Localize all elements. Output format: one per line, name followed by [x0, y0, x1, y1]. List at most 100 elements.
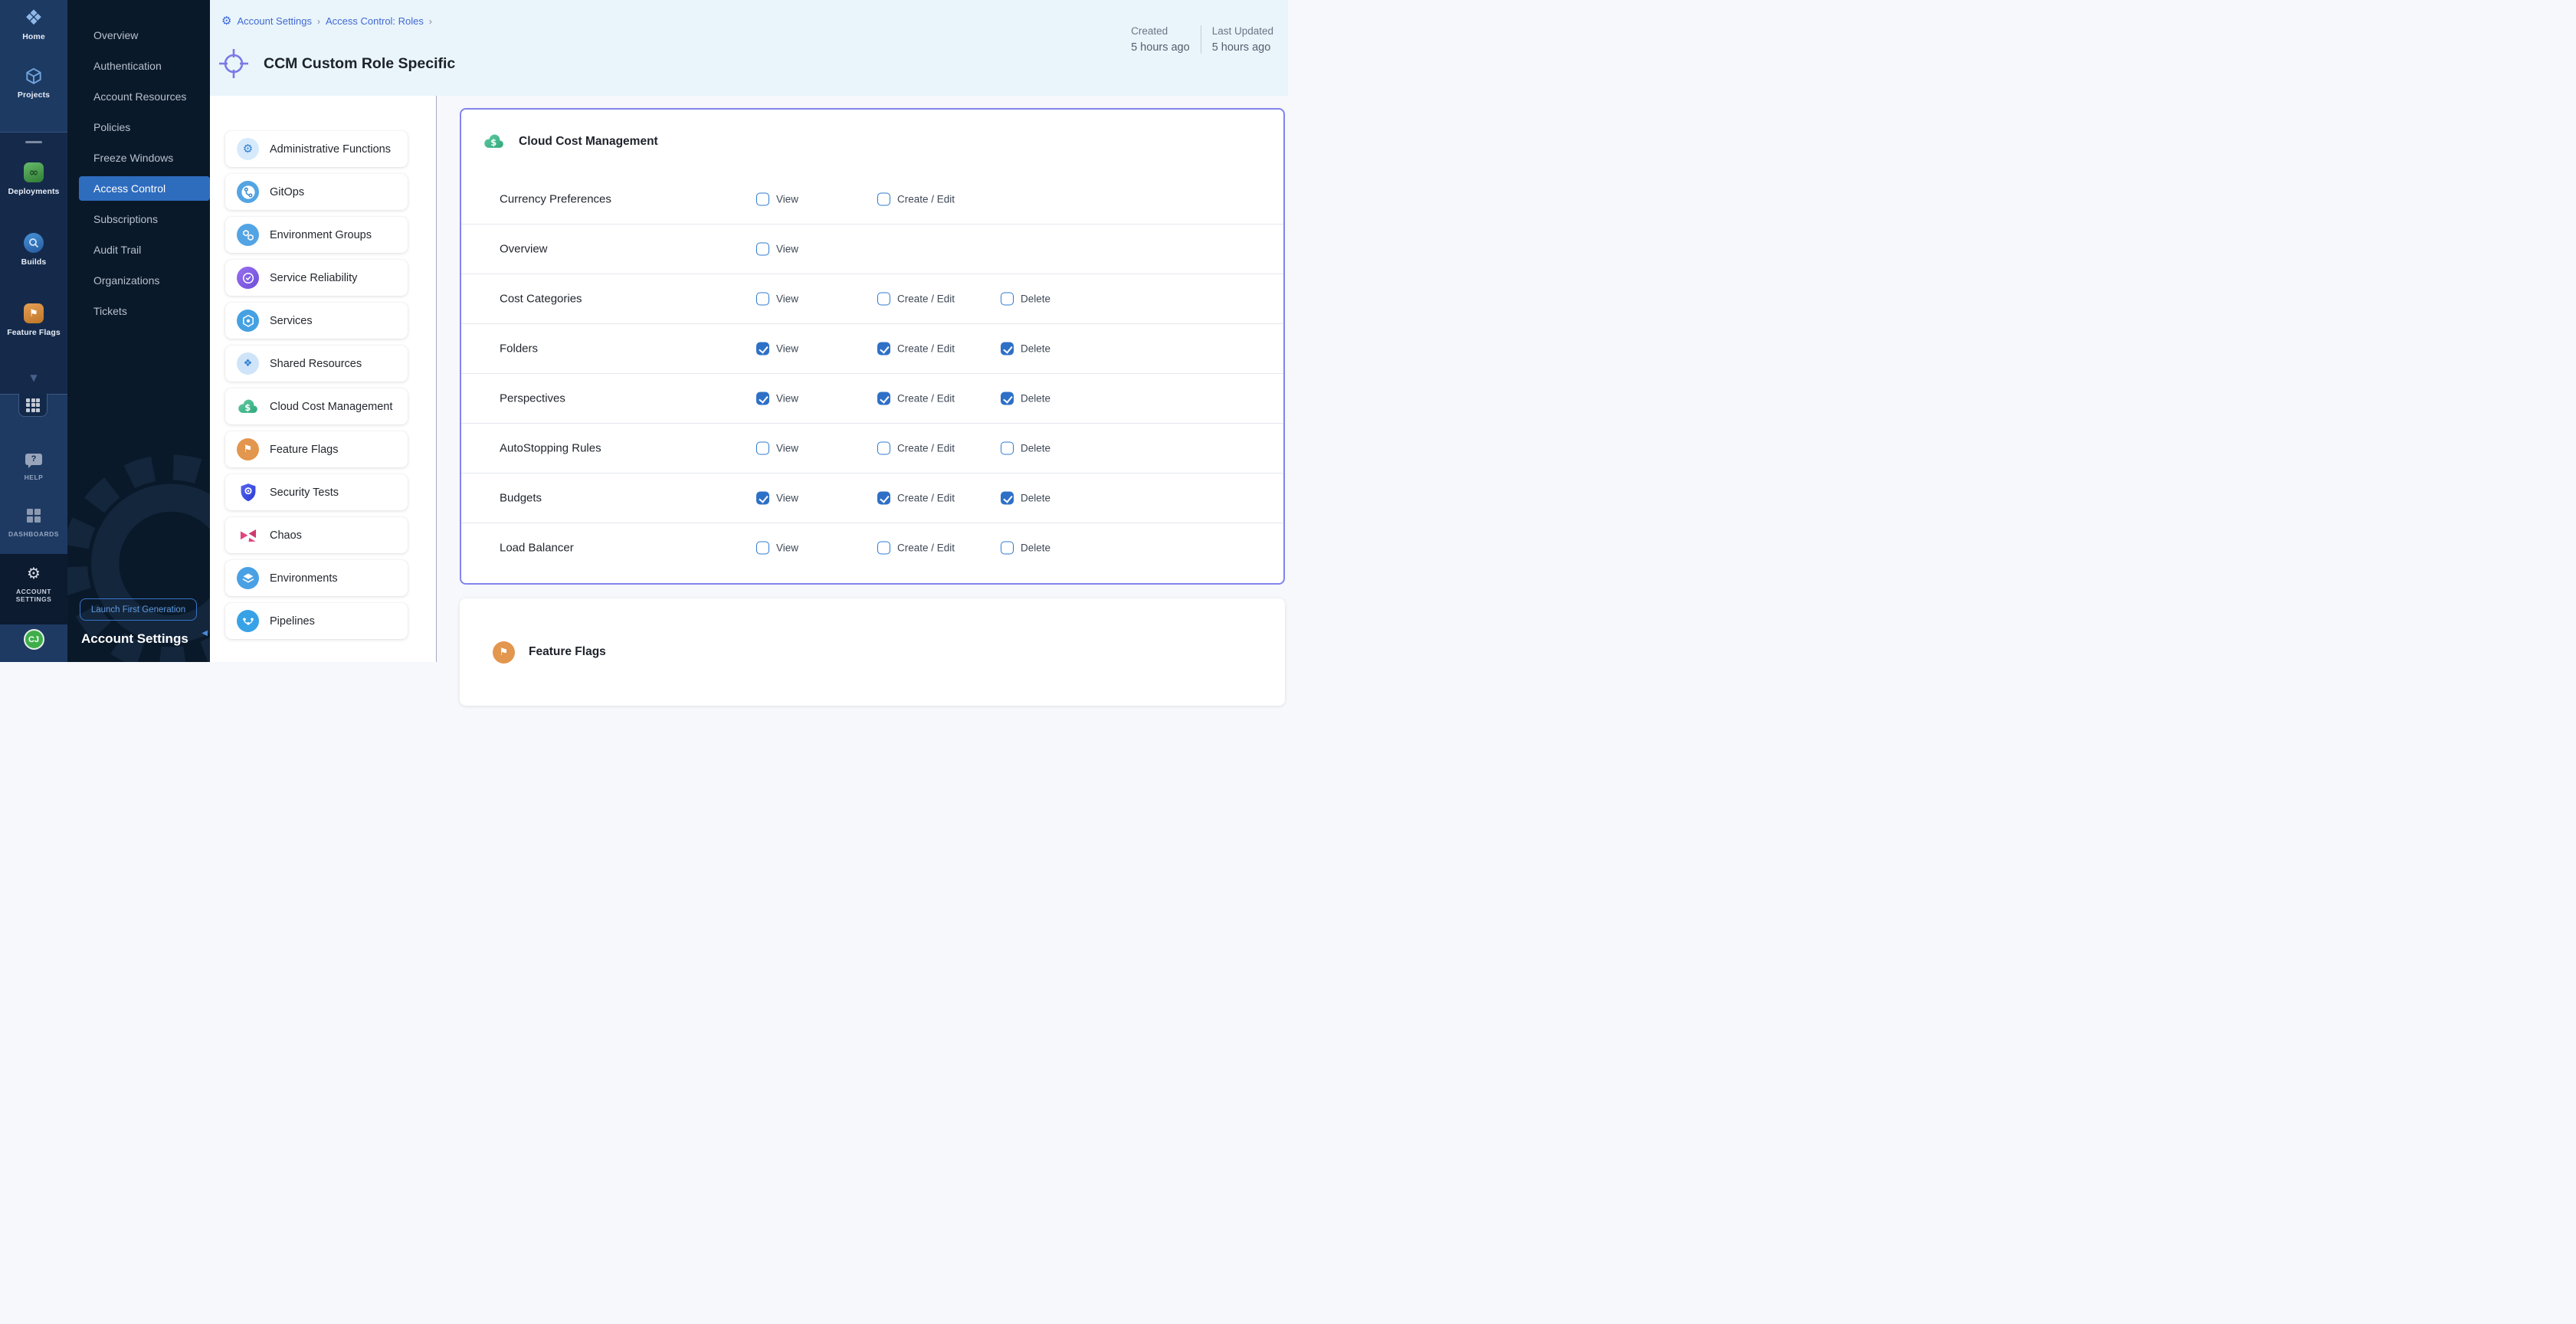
rail-item-label: Deployments — [0, 187, 67, 196]
permission-create-edit-checkbox[interactable]: Create / Edit — [877, 492, 955, 505]
permission-view-checkbox[interactable]: View — [756, 492, 798, 505]
checkbox[interactable] — [756, 293, 769, 306]
resource-card-shared-resources[interactable]: ❖Shared Resources — [225, 346, 408, 382]
checkbox[interactable] — [1001, 492, 1014, 505]
permission-delete-checkbox[interactable]: Delete — [1001, 492, 1050, 505]
checkbox[interactable] — [756, 392, 769, 405]
permission-view-checkbox[interactable]: View — [756, 392, 798, 405]
checkbox[interactable] — [1001, 542, 1014, 555]
checkbox[interactable] — [877, 492, 890, 505]
checkbox[interactable] — [1001, 293, 1014, 306]
permission-view-checkbox[interactable]: View — [756, 442, 798, 455]
permission-create-edit-checkbox[interactable]: Create / Edit — [877, 542, 955, 555]
checkbox-label: Create / Edit — [897, 393, 955, 405]
resource-card-environments[interactable]: Environments — [225, 560, 408, 596]
sidebar-item-access-control[interactable]: Access Control — [67, 173, 210, 204]
permission-view-checkbox[interactable]: View — [756, 192, 798, 205]
sidebar-item-audit-trail[interactable]: Audit Trail — [67, 234, 210, 265]
permission-delete-checkbox[interactable]: Delete — [1001, 542, 1050, 555]
sidebar-item-tickets[interactable]: Tickets — [67, 296, 210, 326]
rail-divider-dash — [25, 141, 42, 143]
checkbox[interactable] — [756, 542, 769, 555]
checkbox[interactable] — [877, 342, 890, 356]
feature-flags-permissions-card: ⚑ Feature Flags — [460, 598, 1285, 706]
rail-item-account-settings[interactable]: ⚙ ACCOUNT SETTINGS — [0, 562, 67, 603]
permission-delete-checkbox[interactable]: Delete — [1001, 293, 1050, 306]
checkbox[interactable] — [756, 442, 769, 455]
user-menu[interactable]: CJ — [0, 629, 67, 650]
resource-card-gitops[interactable]: GitOps — [225, 174, 408, 210]
resource-card-feature-flags[interactable]: ⚑Feature Flags — [225, 431, 408, 467]
module-selector-button[interactable] — [18, 394, 48, 417]
rail-item-feature-flags[interactable]: ⚑Feature Flags — [0, 302, 67, 337]
permission-create-edit-checkbox[interactable]: Create / Edit — [877, 293, 955, 306]
breadcrumb-link-access-control-roles[interactable]: Access Control: Roles — [326, 15, 424, 27]
permission-create-edit-checkbox[interactable]: Create / Edit — [877, 192, 955, 205]
checkbox-label: View — [776, 244, 798, 255]
sidebar-item-overview[interactable]: Overview — [67, 20, 210, 51]
rail-item-dashboards[interactable]: DASHBOARDS — [0, 504, 67, 538]
rail-item-label: Feature Flags — [0, 328, 67, 337]
resource-card-service-reliability[interactable]: Service Reliability — [225, 260, 408, 296]
launch-first-generation-button[interactable]: Launch First Generation — [80, 598, 197, 621]
sidebar-item-policies[interactable]: Policies — [67, 112, 210, 143]
sidebar-item-freeze-windows[interactable]: Freeze Windows — [67, 143, 210, 173]
resource-card-label: Service Reliability — [270, 272, 357, 284]
rail-item-projects[interactable]: Projects — [0, 64, 67, 100]
resource-card-cloud-cost-management[interactable]: $Cloud Cost Management — [225, 388, 408, 424]
rail-item-home[interactable]: ❖Home — [0, 6, 67, 41]
resource-card-security-tests[interactable]: Security Tests — [225, 474, 408, 510]
rail-item-builds[interactable]: Builds — [0, 231, 67, 267]
sidebar-item-account-resources[interactable]: Account Resources — [67, 81, 210, 112]
permission-create-edit-checkbox[interactable]: Create / Edit — [877, 392, 955, 405]
sidebar-item-label: Freeze Windows — [93, 152, 173, 164]
grid-icon — [26, 398, 40, 412]
checkbox[interactable] — [756, 492, 769, 505]
checkbox-label: View — [776, 193, 798, 205]
permission-view-checkbox[interactable]: View — [756, 293, 798, 306]
resource-card-administrative-functions[interactable]: ⚙Administrative Functions — [225, 131, 408, 167]
resource-card-environment-groups[interactable]: Environment Groups — [225, 217, 408, 253]
checkbox-label: View — [776, 493, 798, 504]
permission-view-checkbox[interactable]: View — [756, 342, 798, 356]
rail-item-help[interactable]: ? HELP — [0, 447, 67, 481]
resource-card-services[interactable]: Services — [225, 303, 408, 339]
permission-delete-checkbox[interactable]: Delete — [1001, 442, 1050, 455]
sidebar-collapse-icon[interactable]: ◀ — [202, 630, 208, 637]
permission-delete-checkbox[interactable]: Delete — [1001, 342, 1050, 356]
resource-card-pipelines[interactable]: Pipelines — [225, 603, 408, 639]
permission-create-edit-checkbox[interactable]: Create / Edit — [877, 442, 955, 455]
checkbox[interactable] — [756, 192, 769, 205]
resource-card-label: Feature Flags — [270, 444, 338, 456]
checkbox[interactable] — [877, 192, 890, 205]
sidebar-item-organizations[interactable]: Organizations — [67, 265, 210, 296]
checkbox[interactable] — [877, 392, 890, 405]
breadcrumb-link-account-settings[interactable]: Account Settings — [237, 15, 312, 27]
checkbox-label: View — [776, 542, 798, 554]
permission-row-perspectives: PerspectivesViewCreate / EditDelete — [461, 373, 1283, 423]
sidebar-item-authentication[interactable]: Authentication — [67, 51, 210, 81]
checkbox-label: Create / Edit — [897, 443, 955, 454]
checkbox[interactable] — [877, 442, 890, 455]
permission-view-checkbox[interactable]: View — [756, 542, 798, 555]
sidebar-item-label: Access Control — [93, 182, 166, 195]
svg-text:$: $ — [490, 137, 497, 148]
checkbox[interactable] — [1001, 442, 1014, 455]
resource-card-chaos[interactable]: Chaos — [225, 517, 408, 553]
checkbox[interactable] — [756, 342, 769, 356]
avatar[interactable]: CJ — [24, 629, 44, 650]
cube-icon — [24, 66, 44, 86]
checkbox[interactable] — [877, 293, 890, 306]
permission-create-edit-checkbox[interactable]: Create / Edit — [877, 342, 955, 356]
sidebar-item-subscriptions[interactable]: Subscriptions — [67, 204, 210, 234]
last-updated-label: Last Updated — [1212, 25, 1273, 37]
permission-row-budgets: BudgetsViewCreate / EditDelete — [461, 473, 1283, 523]
chevron-down-icon[interactable]: ▼ — [0, 373, 67, 382]
checkbox[interactable] — [756, 243, 769, 256]
permission-delete-checkbox[interactable]: Delete — [1001, 392, 1050, 405]
rail-item-deployments[interactable]: ∞Deployments — [0, 161, 67, 196]
permission-view-checkbox[interactable]: View — [756, 243, 798, 256]
checkbox[interactable] — [1001, 392, 1014, 405]
checkbox[interactable] — [1001, 342, 1014, 356]
checkbox[interactable] — [877, 542, 890, 555]
